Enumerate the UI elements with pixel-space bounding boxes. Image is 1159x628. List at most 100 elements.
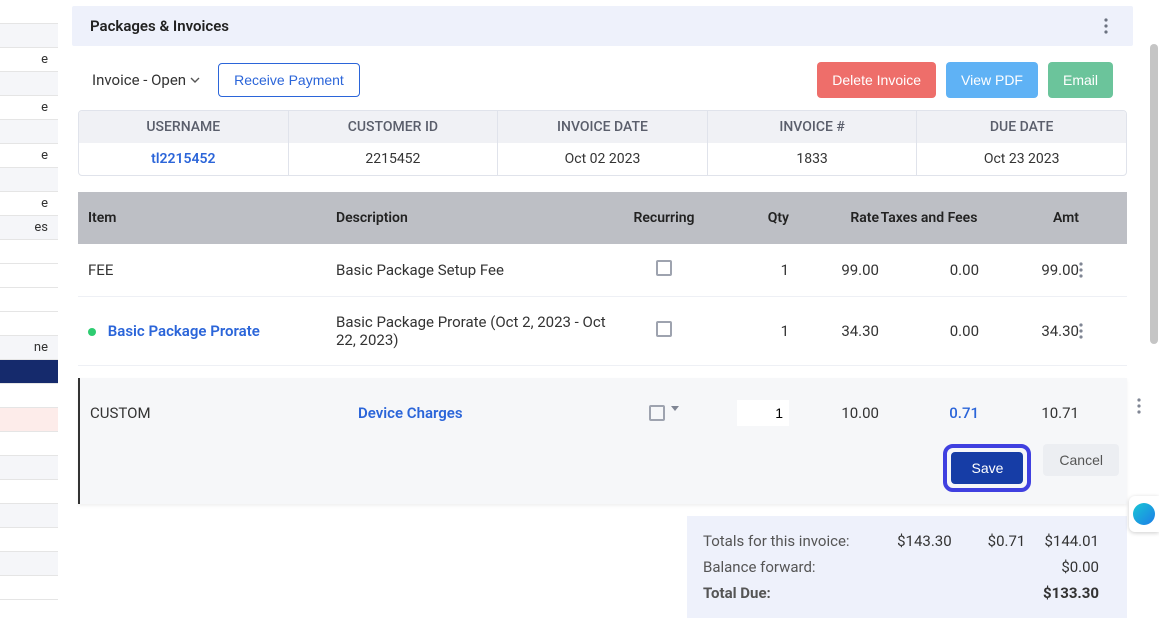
receive-payment-button[interactable]: Receive Payment	[218, 63, 360, 97]
left-strip-row[interactable]	[0, 552, 58, 576]
left-strip-row[interactable]: e	[0, 96, 58, 120]
line-items-table: Item Description Recurring Qty Rate Taxe…	[78, 192, 1127, 366]
left-strip-row[interactable]: e	[0, 192, 58, 216]
left-strip-row[interactable]	[0, 408, 58, 432]
save-button[interactable]: Save	[951, 452, 1023, 484]
col-rate: Rate	[789, 210, 879, 226]
col-qty: Qty	[719, 210, 789, 226]
section-header-packages: Packages & Invoices	[72, 6, 1133, 46]
col-amt: Amt	[979, 210, 1079, 226]
col-customer-id: CUSTOMER ID	[289, 111, 499, 143]
edit-line-item: CUSTOM Device Charges 10.00 0.71 10.71 S…	[78, 378, 1127, 504]
left-strip-row[interactable]	[0, 240, 58, 264]
edit-amt: 10.71	[979, 404, 1079, 422]
left-strip-row[interactable]	[0, 360, 58, 384]
left-strip-row[interactable]	[0, 504, 58, 528]
col-invoice-date: INVOICE DATE	[498, 111, 708, 143]
edit-rate: 10.00	[789, 404, 879, 422]
help-icon	[1133, 503, 1155, 525]
total-due-value: $133.30	[903, 584, 1099, 602]
delete-invoice-button[interactable]: Delete Invoice	[817, 62, 936, 98]
left-strip-row[interactable]	[0, 576, 58, 600]
item-desc: Basic Package Prorate (Oct 2, 2023 - Oct…	[336, 313, 609, 349]
left-strip-row[interactable]: e	[0, 48, 58, 72]
recurring-checkbox[interactable]	[656, 321, 672, 337]
item-name: FEE	[86, 261, 336, 279]
row-menu-icon[interactable]	[1079, 262, 1119, 278]
invoice-info-table: USERNAME CUSTOMER ID INVOICE DATE INVOIC…	[78, 110, 1127, 176]
left-strip-row[interactable]	[0, 312, 58, 336]
totals-panel: Totals for this invoice: $143.30 $0.71 $…	[687, 516, 1127, 618]
status-label: Invoice - Open	[92, 71, 186, 89]
due-date-value: Oct 23 2023	[917, 143, 1126, 175]
edit-row-menu-icon[interactable]	[1137, 398, 1141, 414]
col-invoice-num: INVOICE #	[708, 111, 918, 143]
item-tf: 0.00	[879, 261, 979, 279]
status-dot-icon	[88, 328, 96, 336]
left-strip-row[interactable]	[0, 72, 58, 96]
edit-desc-link[interactable]: Device Charges	[358, 404, 463, 422]
item-desc: Basic Package Setup Fee	[336, 261, 609, 279]
caret-down-icon[interactable]	[671, 406, 679, 412]
col-due-date: DUE DATE	[917, 111, 1126, 143]
col-desc: Description	[336, 210, 609, 226]
main-panel: Packages & Invoices Invoice - Open Recei…	[58, 0, 1147, 628]
left-strip-row[interactable]	[0, 432, 58, 456]
item-amt: 99.00	[979, 261, 1079, 279]
qty-input[interactable]	[737, 400, 789, 426]
left-strip-row[interactable]: e	[0, 144, 58, 168]
help-fab[interactable]	[1129, 496, 1159, 532]
left-strip-row[interactable]	[0, 384, 58, 408]
invoice-status-dropdown[interactable]: Invoice - Open	[92, 71, 200, 89]
balance-forward-label: Balance forward:	[703, 558, 903, 576]
row-menu-icon[interactable]	[1079, 323, 1119, 339]
view-pdf-button[interactable]: View PDF	[946, 62, 1038, 98]
left-strip-row[interactable]	[0, 24, 58, 48]
left-strip-row[interactable]	[0, 480, 58, 504]
invoice-num-value: 1833	[708, 143, 918, 175]
edit-tax-link[interactable]: 0.71	[949, 404, 979, 422]
item-name-link[interactable]: Basic Package Prorate	[108, 322, 260, 340]
totals-tax: $0.71	[952, 532, 1026, 550]
line-item-row: Basic Package Prorate Basic Package Pror…	[78, 297, 1127, 366]
item-tf: 0.00	[879, 322, 979, 340]
left-strip-row[interactable]: es	[0, 216, 58, 240]
username-link[interactable]: tl2215452	[151, 151, 215, 167]
invoice-toolbar: Invoice - Open Receive Payment Delete In…	[72, 46, 1133, 110]
item-qty: 1	[719, 261, 789, 279]
item-rate: 34.30	[789, 322, 879, 340]
left-strip-row[interactable]	[0, 0, 58, 24]
totals-subtotal: $143.30	[887, 532, 951, 550]
scrollbar-thumb[interactable]	[1150, 44, 1158, 344]
balance-forward-value: $0.00	[903, 558, 1099, 576]
customer-id-value: 2215452	[289, 143, 499, 175]
left-sidebar-fragment: eeeeesne	[0, 0, 58, 628]
left-strip-row[interactable]	[0, 456, 58, 480]
edit-item-name: CUSTOM	[88, 404, 358, 422]
item-amt: 34.30	[979, 322, 1079, 340]
col-taxes-fees: Taxes and Fees	[879, 210, 979, 227]
totals-grand: $144.01	[1025, 532, 1099, 550]
total-due-label: Total Due:	[703, 584, 903, 602]
section-menu-icon[interactable]	[1097, 17, 1115, 35]
edit-recurring-checkbox[interactable]	[649, 405, 665, 421]
col-username: USERNAME	[79, 111, 289, 143]
invoice-date-value: Oct 02 2023	[498, 143, 708, 175]
left-strip-row[interactable]	[0, 120, 58, 144]
save-highlight: Save	[943, 444, 1031, 492]
left-strip-row[interactable]	[0, 264, 58, 288]
line-items-header: Item Description Recurring Qty Rate Taxe…	[78, 192, 1127, 244]
left-strip-row[interactable]	[0, 288, 58, 312]
item-qty: 1	[719, 322, 789, 340]
recurring-checkbox[interactable]	[656, 260, 672, 276]
totals-label: Totals for this invoice:	[703, 532, 887, 550]
col-recurring: Recurring	[609, 210, 719, 226]
item-rate: 99.00	[789, 261, 879, 279]
email-button[interactable]: Email	[1048, 62, 1113, 98]
col-item: Item	[86, 210, 336, 226]
left-strip-row[interactable]: ne	[0, 336, 58, 360]
cancel-button[interactable]: Cancel	[1043, 444, 1119, 476]
caret-down-icon	[190, 75, 200, 85]
left-strip-row[interactable]	[0, 168, 58, 192]
left-strip-row[interactable]	[0, 528, 58, 552]
